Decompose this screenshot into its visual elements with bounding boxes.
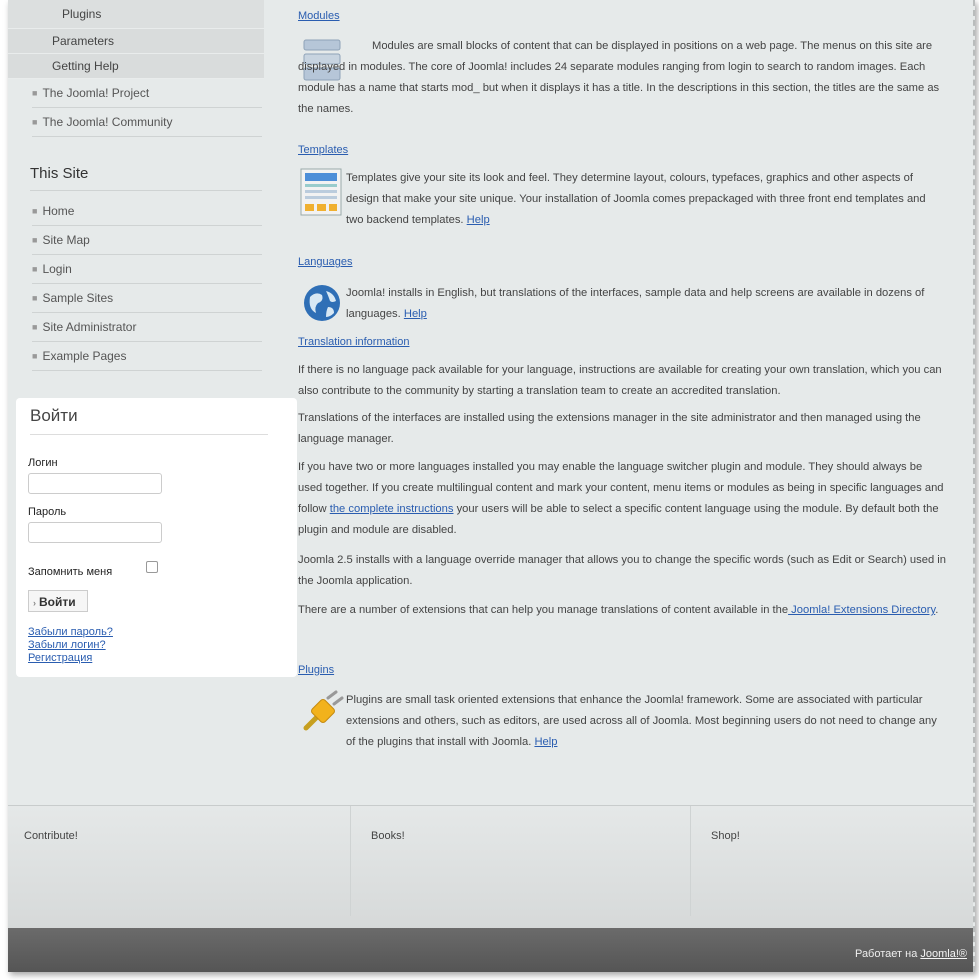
- sidebar-item-joomla-project[interactable]: ■ The Joomla! Project: [32, 79, 262, 108]
- templates-text-body: Templates give your site its look and fe…: [346, 172, 926, 226]
- translation-p3: If you have two or more languages instal…: [298, 457, 946, 541]
- sidebar-item-label: The Joomla! Community: [42, 115, 173, 129]
- sidebar-subitem-label: Parameters: [52, 34, 115, 48]
- extensions-directory-link[interactable]: Joomla! Extensions Directory: [788, 604, 935, 616]
- bullet-icon: ■: [32, 235, 38, 245]
- sidebar-item-example-pages[interactable]: ■ Example Pages: [32, 342, 262, 371]
- joomla-link[interactable]: Joomla!®: [920, 948, 967, 960]
- sidebar-subitem-getting-help[interactable]: Getting Help: [8, 54, 264, 79]
- plugins-text: Plugins are small task oriented extensio…: [346, 690, 946, 753]
- login-button[interactable]: › Войти: [28, 590, 88, 612]
- translation-p4: Joomla 2.5 installs with a language over…: [298, 554, 946, 587]
- arrow-right-icon: ›: [33, 598, 36, 608]
- sidebar-item-sample-sites[interactable]: ■ Sample Sites: [32, 284, 262, 313]
- section-title-plugins: Plugins: [298, 660, 334, 681]
- username-input[interactable]: [28, 473, 162, 494]
- this-site-title: This Site: [30, 165, 262, 191]
- plug-icon: [303, 690, 344, 731]
- username-label: Логин: [28, 457, 58, 469]
- sidebar-item-label: Home: [42, 204, 75, 218]
- login-links: Забыли пароль? Забыли логин? Регистрация: [28, 626, 113, 665]
- password-input[interactable]: [28, 522, 162, 543]
- translation-p5: There are a number of extensions that ca…: [298, 600, 946, 621]
- languages-link[interactable]: Languages: [298, 256, 352, 268]
- forgot-password-link[interactable]: Забыли пароль?: [28, 626, 113, 639]
- languages-text-body: Joomla! installs in English, but transla…: [346, 287, 925, 320]
- templates-link[interactable]: Templates: [298, 144, 348, 156]
- translation-p5-text: .: [935, 604, 939, 616]
- sidebar-subitem-label: Plugins: [62, 7, 102, 21]
- sidebar-item-label: Site Administrator: [42, 320, 137, 334]
- footer: Contribute! Books! Shop!: [8, 805, 973, 929]
- bullet-icon: ■: [32, 264, 38, 274]
- password-label: Пароль: [28, 506, 67, 518]
- bullet-icon: ■: [32, 88, 38, 98]
- section-title-modules: Modules: [298, 6, 340, 27]
- complete-instructions-link[interactable]: the complete instructions: [330, 503, 454, 515]
- sidebar-item-joomla-community[interactable]: ■ The Joomla! Community: [32, 108, 262, 137]
- translation-p2: Translations of the interfaces are insta…: [298, 412, 921, 445]
- bullet-icon: ■: [32, 206, 38, 216]
- remember-label: Запомнить меня: [28, 566, 113, 578]
- footer-shop: Shop!: [690, 806, 970, 916]
- footer-books: Books!: [350, 806, 690, 916]
- bullet-icon: ■: [32, 117, 38, 127]
- bottom-bar: Работает на Joomla!®: [8, 928, 973, 972]
- bullet-icon: ■: [32, 351, 38, 361]
- powered-by-text: Работает на: [854, 948, 921, 960]
- section-title-languages: Languages: [298, 252, 352, 273]
- page: Plugins Parameters Getting Help ■ The Joo…: [8, 0, 975, 972]
- globe-icon: [304, 285, 340, 321]
- languages-help-link[interactable]: Help: [404, 308, 427, 320]
- languages-text: Joomla! installs in English, but transla…: [346, 283, 946, 325]
- templates-text: Templates give your site its look and fe…: [346, 168, 946, 231]
- sidebar: Plugins Parameters Getting Help ■ The Joo…: [8, 0, 264, 371]
- modules-text: Modules are small blocks of content that…: [298, 40, 940, 115]
- sidebar-item-label: Site Map: [42, 233, 90, 247]
- sidebar-subitem-parameters[interactable]: Parameters: [8, 29, 264, 54]
- sidebar-item-site-administrator[interactable]: ■ Site Administrator: [32, 313, 262, 342]
- plugins-link[interactable]: Plugins: [298, 664, 334, 676]
- sidebar-item-label: Example Pages: [42, 349, 127, 363]
- sidebar-item-label: The Joomla! Project: [42, 86, 150, 100]
- sidebar-item-login[interactable]: ■ Login: [32, 255, 262, 284]
- remember-checkbox[interactable]: [146, 561, 158, 573]
- bullet-icon: ■: [32, 322, 38, 332]
- section-title-translation: Translation information: [298, 332, 409, 353]
- bullet-icon: ■: [32, 293, 38, 303]
- sidebar-item-home[interactable]: ■ Home: [32, 197, 262, 226]
- login-title: Войти: [30, 406, 268, 435]
- sidebar-item-label: Sample Sites: [42, 291, 114, 305]
- section-title-templates: Templates: [298, 140, 348, 161]
- translation-p1: If there is no language pack available f…: [298, 364, 942, 397]
- translation-info-link[interactable]: Translation information: [298, 336, 409, 348]
- login-button-label: Войти: [39, 595, 76, 609]
- templates-help-link[interactable]: Help: [467, 214, 490, 226]
- login-module: Войти Логин Пароль Запомнить меня › Войти…: [16, 398, 297, 677]
- modules-link[interactable]: Modules: [298, 10, 340, 22]
- plugins-text-body: Plugins are small task oriented extensio…: [346, 694, 937, 748]
- footer-contribute: Contribute!: [24, 830, 78, 842]
- powered-by: Работает на Joomla!®: [855, 948, 967, 960]
- forgot-login-link[interactable]: Забыли логин?: [28, 639, 113, 652]
- sidebar-subitem-label: Getting Help: [52, 59, 119, 73]
- register-link[interactable]: Регистрация: [28, 652, 113, 665]
- sidebar-item-site-map[interactable]: ■ Site Map: [32, 226, 262, 255]
- sidebar-item-label: Login: [42, 262, 72, 276]
- translation-p5-text: There are a number of extensions that ca…: [298, 604, 789, 616]
- templates-icon: [300, 168, 342, 216]
- plugins-help-link[interactable]: Help: [534, 736, 557, 748]
- sidebar-subitem-plugins[interactable]: Plugins: [8, 0, 264, 29]
